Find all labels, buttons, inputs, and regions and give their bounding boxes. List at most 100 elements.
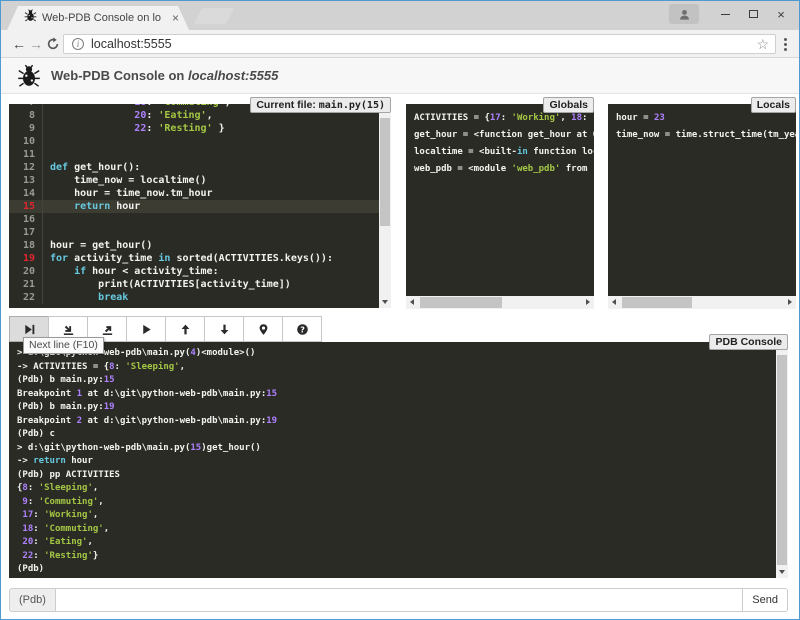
globals-lines: ACTIVITIES = {17: 'Working', 18: 'get_ho…: [406, 104, 594, 178]
line-number[interactable]: 13: [9, 174, 43, 187]
code-text: hour = time_now.tm_hour: [43, 187, 213, 200]
locals-badge: Locals: [751, 97, 796, 113]
line-number[interactable]: 18: [9, 239, 43, 252]
page-info-icon[interactable]: i: [72, 38, 84, 50]
scroll-down-arrow[interactable]: [776, 566, 788, 578]
minimize-button[interactable]: [711, 3, 739, 25]
scroll-right-arrow[interactable]: [582, 296, 594, 308]
web-pdb-page: Web-PDB Console on localhost:5555 Curren…: [1, 58, 799, 619]
code-line: 11: [9, 148, 379, 161]
code-text: return hour: [43, 200, 140, 213]
arrow-down-icon: [218, 323, 231, 336]
code-text: [43, 226, 56, 239]
code-text: def get_hour():: [43, 161, 140, 174]
reload-button[interactable]: [45, 30, 61, 57]
code-text: [43, 135, 56, 148]
locals-line: time_now = time.struct_time(tm_yea: [616, 127, 796, 144]
browser-toolbar: ← → i localhost:5555 ☆: [1, 30, 799, 58]
breakpoint-line-number[interactable]: 15: [9, 200, 43, 213]
scroll-right-arrow[interactable]: [784, 296, 796, 308]
stack-down-button[interactable]: [204, 316, 244, 342]
scrollbar-thumb[interactable]: [380, 118, 390, 226]
browser-tab[interactable]: Web-PDB Console on lo ×: [7, 6, 189, 30]
console-line: (Pdb) pp ACTIVITIES: [17, 469, 776, 483]
next-line-icon: [23, 323, 36, 336]
code-line: 18hour = get_hour(): [9, 239, 379, 252]
scrollbar-thumb[interactable]: [777, 355, 787, 565]
code-line: 13 time_now = localtime(): [9, 174, 379, 187]
stack-up-button[interactable]: [165, 316, 205, 342]
console-vertical-scrollbar[interactable]: [776, 342, 788, 578]
bug-favicon: [24, 9, 37, 27]
globals-line: get_hour = <function get_hour at 0: [414, 127, 594, 144]
forward-button[interactable]: →: [28, 30, 44, 57]
line-number[interactable]: 21: [9, 278, 43, 291]
browser-menu-button[interactable]: [778, 36, 792, 52]
scrollbar-thumb[interactable]: [622, 297, 692, 308]
code-line: 12def get_hour():: [9, 161, 379, 174]
url-text[interactable]: localhost:5555: [91, 37, 756, 51]
console-line: 22: 'Resting'}: [17, 550, 776, 564]
help-button[interactable]: ?: [282, 316, 322, 342]
current-file-badge: Current file: main.py(15): [250, 97, 391, 113]
console-line: Breakpoint 1 at d:\git\python-web-pdb\ma…: [17, 388, 776, 402]
scrollbar-thumb[interactable]: [420, 297, 502, 308]
maximize-button[interactable]: [739, 3, 767, 25]
continue-button[interactable]: [126, 316, 166, 342]
scroll-left-arrow[interactable]: [406, 296, 418, 308]
breakpoint-line-number[interactable]: 19: [9, 252, 43, 265]
maximize-icon: [749, 10, 758, 18]
browser-window: Web-PDB Console on lo × × ← → i localhos…: [0, 0, 800, 620]
code-text: hour = get_hour(): [43, 239, 152, 252]
code-editor-panel: 7 18: 'Commuting',8 20: 'Eating',9 22: '…: [9, 104, 391, 308]
where-button[interactable]: [243, 316, 283, 342]
console-line: > d:\git\python-web-pdb\main.py(15)get_h…: [17, 442, 776, 456]
line-number[interactable]: 20: [9, 265, 43, 278]
code-line: 16: [9, 213, 379, 226]
minimize-icon: [721, 14, 730, 15]
globals-line: web_pdb = <module 'web_pdb' from ': [414, 161, 594, 178]
step-into-icon: [62, 323, 75, 336]
line-number[interactable]: 12: [9, 161, 43, 174]
close-button[interactable]: ×: [767, 3, 795, 25]
bookmark-star-icon[interactable]: ☆: [756, 36, 769, 53]
scroll-left-arrow[interactable]: [608, 296, 620, 308]
line-number[interactable]: 11: [9, 148, 43, 161]
console-line: 17: 'Working',: [17, 509, 776, 523]
code-line: 15 return hour: [9, 200, 379, 213]
app-header: Web-PDB Console on localhost:5555: [1, 58, 799, 94]
globals-panel: ACTIVITIES = {17: 'Working', 18: 'get_ho…: [406, 104, 594, 296]
code-text: print(ACTIVITIES[activity_time]): [43, 278, 291, 291]
pdb-console-panel: > d:\git\python-web-pdb\main.py(4)<modul…: [9, 342, 788, 578]
page-title: Web-PDB Console on localhost:5555: [51, 68, 278, 83]
line-number[interactable]: 16: [9, 213, 43, 226]
line-number[interactable]: 8: [9, 109, 43, 122]
profile-button[interactable]: [669, 4, 699, 24]
line-number[interactable]: 17: [9, 226, 43, 239]
code-line: 10: [9, 135, 379, 148]
command-input[interactable]: [55, 588, 743, 612]
code-lines: 7 18: 'Commuting',8 20: 'Eating',9 22: '…: [9, 104, 379, 308]
back-button[interactable]: ←: [11, 30, 27, 57]
code-text: break: [43, 291, 128, 304]
globals-horizontal-scrollbar[interactable]: [406, 296, 594, 309]
locals-panel: hour = 23time_now = time.struct_time(tm_…: [608, 104, 796, 296]
tab-close-icon[interactable]: ×: [172, 11, 179, 25]
svg-text:?: ?: [300, 325, 305, 334]
locals-horizontal-scrollbar[interactable]: [608, 296, 796, 309]
new-tab-button[interactable]: [194, 8, 235, 24]
editor-vertical-scrollbar[interactable]: [379, 104, 391, 308]
send-button[interactable]: Send: [743, 588, 788, 612]
globals-line: localtime = <built-in function loc: [414, 144, 594, 161]
code-line: 19for activity_time in sorted(ACTIVITIES…: [9, 252, 379, 265]
address-bar[interactable]: i localhost:5555 ☆: [63, 34, 776, 54]
line-number[interactable]: 14: [9, 187, 43, 200]
line-number[interactable]: 10: [9, 135, 43, 148]
console-line: (Pdb) b main.py:19: [17, 401, 776, 415]
line-number[interactable]: 9: [9, 122, 43, 135]
scroll-down-arrow[interactable]: [379, 296, 391, 308]
map-marker-icon: [257, 323, 270, 336]
help-icon: ?: [296, 323, 309, 336]
console-lines: > d:\git\python-web-pdb\main.py(4)<modul…: [9, 342, 776, 578]
line-number[interactable]: 22: [9, 291, 43, 304]
